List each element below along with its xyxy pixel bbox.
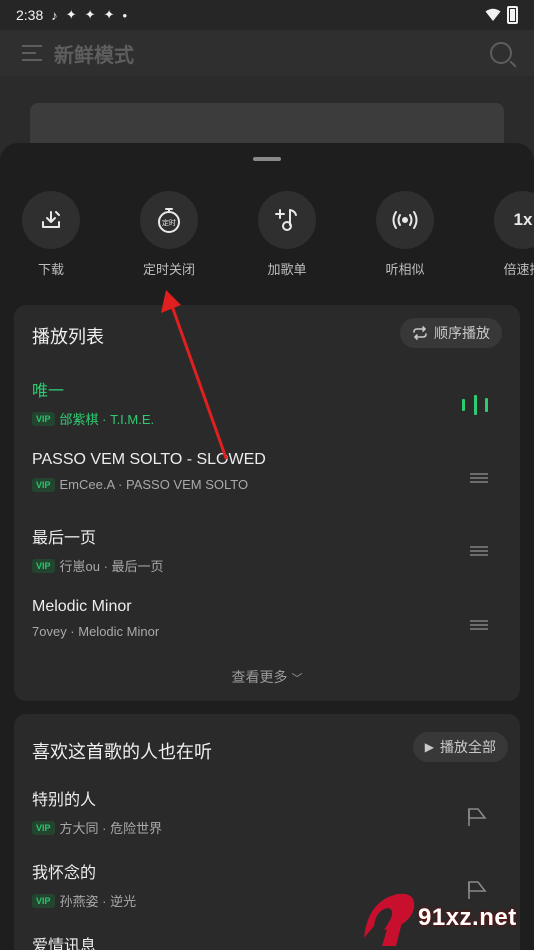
search-icon [490, 42, 512, 64]
more-options-sheet: 下载 定时 定时关闭 加歌单 听相似 1x 倍速 播放列表 顺序播放 唯一 VI… [0, 143, 534, 950]
playback-speed-label: 倍速播 [503, 262, 534, 277]
playlist-song-item[interactable]: 唯一 VIP 邰紫棋 · T.I.M.E. [32, 377, 502, 435]
play-icon: ▶ [424, 740, 434, 754]
app-notification-icon: ✦ [65, 7, 77, 22]
download-button[interactable]: 下载 [11, 191, 91, 278]
sheet-drag-handle[interactable] [253, 157, 281, 161]
menu-icon [22, 45, 42, 61]
song-meta: 方大同 · 危险世界 [59, 821, 163, 836]
add-to-playlist-label: 加歌单 [267, 262, 307, 277]
watermark-text: 91xz.net [418, 904, 517, 931]
timer-icon: 定时 [158, 208, 180, 233]
watermark: 91xz.net [358, 886, 530, 948]
status-bar: 2:38 ♪ ✦ ✦ ✦ • [0, 0, 534, 30]
vip-badge: VIP [32, 411, 55, 426]
drag-handle-icon[interactable] [470, 473, 488, 483]
see-more-button[interactable]: 查看更多 ﹀ [14, 667, 520, 687]
song-title: 最后一页 [32, 530, 97, 547]
playlist-title: 播放列表 [32, 327, 104, 347]
song-meta: 行崽ou · 最后一页 [59, 559, 164, 574]
sleep-timer-label: 定时关闭 [142, 262, 195, 277]
playback-speed-button[interactable]: 1x 倍速播 [483, 191, 534, 278]
chevron-down-icon: ﹀ [291, 673, 303, 685]
song-meta: 7ovey · Melodic Minor [32, 624, 160, 639]
download-label: 下载 [37, 262, 64, 277]
playlist-song-item[interactable]: 最后一页 VIP 行崽ou · 最后一页 [32, 524, 502, 582]
add-to-playlist-button[interactable]: 加歌单 [247, 191, 327, 278]
drag-handle-icon[interactable] [470, 620, 488, 630]
song-meta: 孙燕姿 · 逆光 [59, 894, 137, 909]
repeat-icon [413, 326, 427, 340]
play-all-button[interactable]: ▶ 播放全部 [412, 732, 508, 762]
playlist-song-item[interactable]: Melodic Minor 7ovey · Melodic Minor [32, 598, 502, 656]
play-mode-button[interactable]: 顺序播放 [400, 318, 502, 348]
background-title: 新鲜模式 [54, 44, 134, 67]
song-title: PASSO VEM SOLTO - SLOWED [32, 451, 266, 468]
vip-badge: VIP [32, 820, 55, 835]
sleep-timer-button[interactable]: 定时 定时关闭 [129, 191, 209, 278]
download-icon [42, 211, 60, 228]
vip-badge: VIP [32, 558, 55, 573]
vip-badge: VIP [32, 893, 55, 908]
song-title: 我怀念的 [32, 865, 97, 882]
song-title: 唯一 [32, 383, 65, 400]
watermark-logo-icon [364, 893, 415, 946]
play-all-label: 播放全部 [440, 739, 496, 755]
timer-icon-text: 定时 [162, 218, 176, 227]
song-title: 特别的人 [32, 792, 97, 809]
background-header: 新鲜模式 [0, 30, 534, 76]
add-to-playlist-icon [275, 209, 297, 231]
playlist-song-item[interactable]: PASSO VEM SOLTO - SLOWED VIP EmCee.A · PA… [32, 451, 502, 509]
like-song-icon[interactable] [466, 806, 488, 830]
similar-radio-icon [392, 211, 418, 229]
action-row: 下载 定时 定时关闭 加歌单 听相似 1x 倍速 [0, 191, 534, 281]
similar-title: 喜欢这首歌的人也在听 [32, 742, 212, 762]
song-meta: EmCee.A · PASSO VEM SOLTO [59, 477, 249, 492]
drag-handle-icon[interactable] [470, 546, 488, 556]
wifi-icon [485, 8, 501, 21]
similar-song-item[interactable]: 特别的人 VIP 方大同 · 危险世界 [32, 786, 502, 844]
vip-badge: VIP [32, 477, 55, 492]
status-time: 2:38 [16, 7, 44, 23]
more-notifications-icon: • [122, 7, 128, 23]
speed-icon: 1x [513, 210, 533, 229]
app-notification-icon: ✦ [84, 7, 96, 22]
song-title: Melodic Minor [32, 598, 132, 615]
battery-icon [507, 6, 518, 24]
listen-similar-label: 听相似 [385, 262, 425, 277]
listen-similar-button[interactable]: 听相似 [365, 191, 445, 278]
song-meta: 邰紫棋 · T.I.M.E. [59, 412, 155, 427]
see-more-label: 查看更多 [231, 669, 288, 685]
playlist-card: 播放列表 顺序播放 唯一 VIP 邰紫棋 · T.I.M.E. PASSO VEM… [14, 305, 520, 701]
play-mode-label: 顺序播放 [434, 325, 490, 341]
music-note-icon: ♪ [51, 7, 58, 23]
app-notification-icon: ✦ [103, 7, 115, 22]
now-playing-icon [462, 395, 488, 415]
